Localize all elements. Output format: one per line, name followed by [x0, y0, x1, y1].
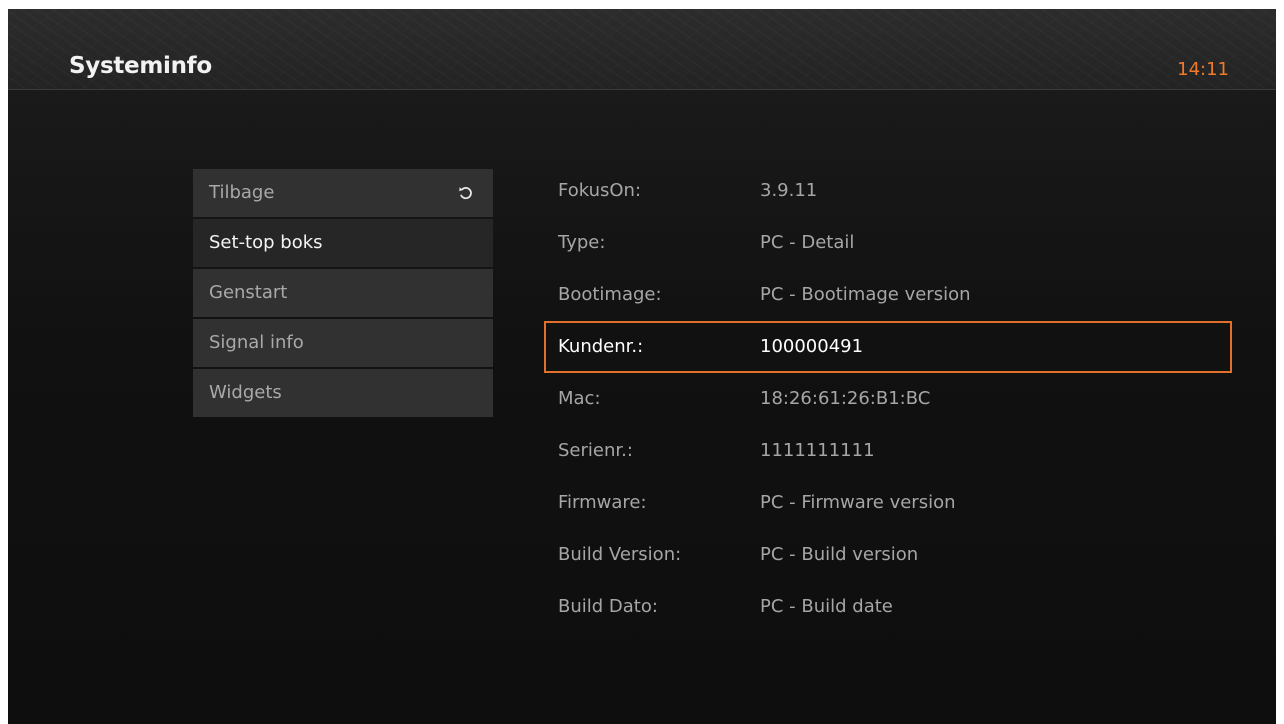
info-value: 18:26:61:26:B1:BC [760, 388, 931, 409]
info-label: Serienr.: [558, 440, 633, 461]
info-value: 3.9.11 [760, 180, 818, 201]
info-label: Mac: [558, 388, 601, 409]
info-row-build-dato[interactable]: Build Dato: PC - Build date [544, 581, 1232, 633]
info-row-kundenr[interactable]: Kundenr.: 100000491 [544, 321, 1232, 373]
info-label: Type: [558, 232, 606, 253]
info-row-firmware[interactable]: Firmware: PC - Firmware version [544, 477, 1232, 529]
info-value: 100000491 [760, 336, 864, 357]
menu-item-label: Signal info [209, 332, 304, 353]
header-divider [8, 89, 1276, 90]
menu-item-label: Tilbage [209, 182, 275, 203]
menu-item-label: Genstart [209, 282, 288, 303]
info-label: Build Version: [558, 544, 682, 565]
clock: 14:11 [1177, 59, 1229, 80]
page-title: Systeminfo [69, 53, 212, 79]
info-row-build-version[interactable]: Build Version: PC - Build version [544, 529, 1232, 581]
info-row-type[interactable]: Type: PC - Detail [544, 217, 1232, 269]
info-label: FokusOn: [558, 180, 642, 201]
menu-item-signal-info[interactable]: Signal info [193, 319, 493, 367]
tv-screen: Systeminfo 14:11 Tilbage Set-top boks Ge… [8, 9, 1276, 724]
info-value: PC - Build date [760, 596, 893, 617]
info-value: PC - Bootimage version [760, 284, 971, 305]
header-bar: Systeminfo 14:11 [8, 9, 1276, 89]
info-row-mac[interactable]: Mac: 18:26:61:26:B1:BC [544, 373, 1232, 425]
info-value: PC - Detail [760, 232, 855, 253]
menu-item-set-top-boks[interactable]: Set-top boks [193, 219, 493, 267]
info-row-fokuson[interactable]: FokusOn: 3.9.11 [544, 165, 1232, 217]
info-row-bootimage[interactable]: Bootimage: PC - Bootimage version [544, 269, 1232, 321]
refresh-icon [459, 186, 472, 200]
side-menu: Tilbage Set-top boks Genstart Signal inf… [193, 169, 493, 419]
menu-item-genstart[interactable]: Genstart [193, 269, 493, 317]
info-value: PC - Build version [760, 544, 919, 565]
info-label: Firmware: [558, 492, 647, 513]
info-row-serienr[interactable]: Serienr.: 1111111111 [544, 425, 1232, 477]
menu-item-label: Set-top boks [209, 232, 323, 253]
info-label: Build Dato: [558, 596, 658, 617]
menu-item-widgets[interactable]: Widgets [193, 369, 493, 417]
info-value: PC - Firmware version [760, 492, 956, 513]
menu-item-label: Widgets [209, 382, 282, 403]
info-value: 1111111111 [760, 440, 875, 461]
info-label: Bootimage: [558, 284, 662, 305]
info-label: Kundenr.: [558, 336, 644, 357]
menu-item-tilbage[interactable]: Tilbage [193, 169, 493, 217]
system-info-list: FokusOn: 3.9.11 Type: PC - Detail Bootim… [544, 165, 1232, 633]
